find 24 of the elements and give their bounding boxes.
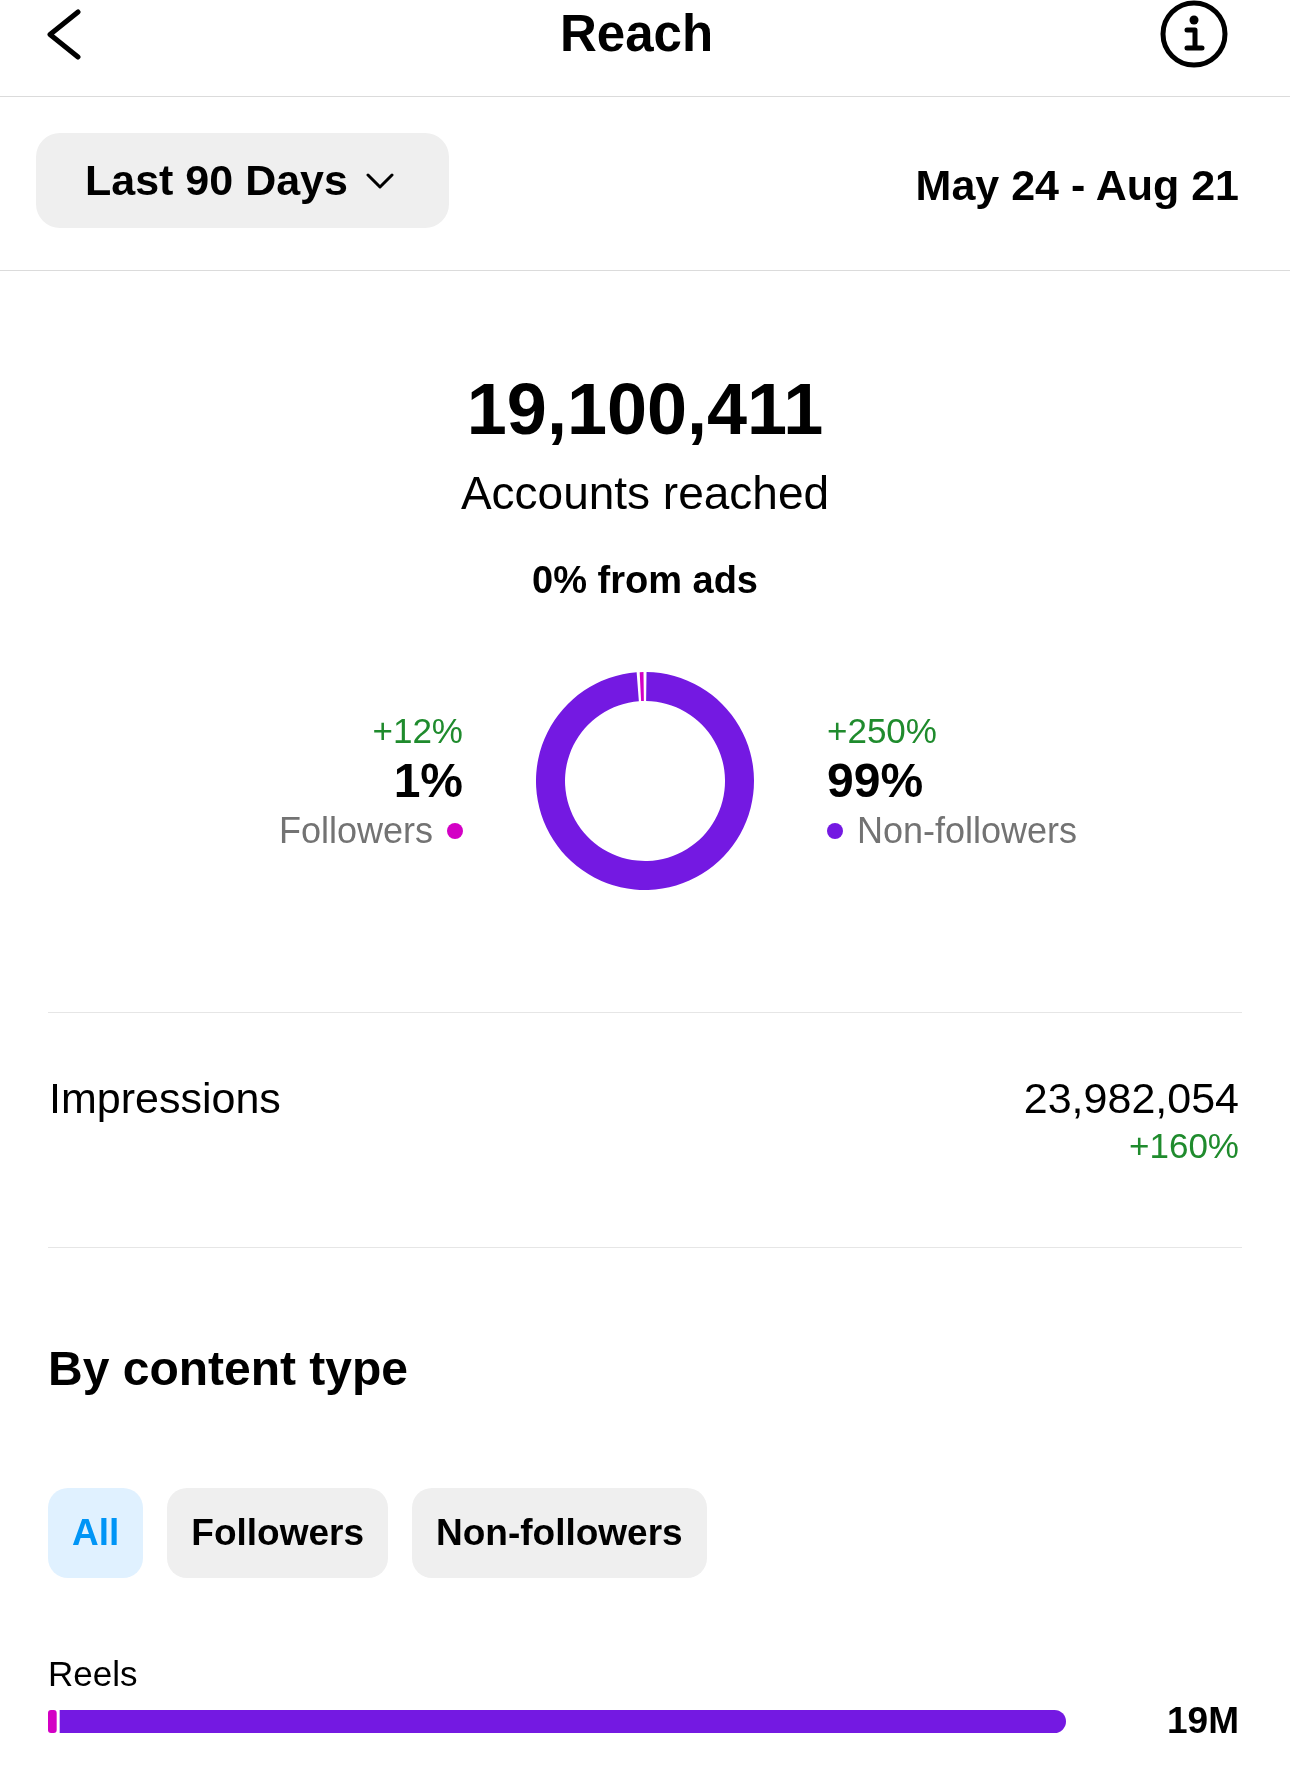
bar-segment — [48, 1709, 57, 1733]
legend-label: Non-followers — [857, 809, 1078, 853]
metric-label: Impressions — [49, 1073, 281, 1123]
count-caption: Accounts reached — [459, 466, 831, 521]
back-icon[interactable] — [45, 8, 82, 60]
date-range: May 24 - Aug 21 — [915, 159, 1239, 211]
legend-label: Followers — [278, 809, 433, 853]
info-icon[interactable] — [1160, 0, 1228, 68]
change-percent: +250% — [827, 710, 937, 752]
filter-chip[interactable]: Followers — [167, 1488, 388, 1578]
share-percent: 1% — [393, 756, 463, 806]
metric-value: 23,982,054 — [1023, 1073, 1239, 1123]
period-dropdown[interactable]: Last 90 Days — [36, 133, 449, 228]
page-title: Reach — [559, 4, 714, 64]
chevron-down-icon — [365, 172, 394, 189]
share-percent: 99% — [827, 756, 924, 806]
ads-share: 0% from ads — [531, 558, 759, 603]
change-percent: +12% — [372, 710, 463, 752]
category-label: Reels — [48, 1653, 139, 1695]
section-title: By content type — [48, 1341, 410, 1397]
total-count: 19,100,411 — [465, 368, 825, 451]
value-label: 19M — [1167, 1699, 1239, 1743]
change-percent: +160% — [1129, 1125, 1239, 1167]
filter-chip[interactable]: Non-followers — [412, 1488, 707, 1578]
